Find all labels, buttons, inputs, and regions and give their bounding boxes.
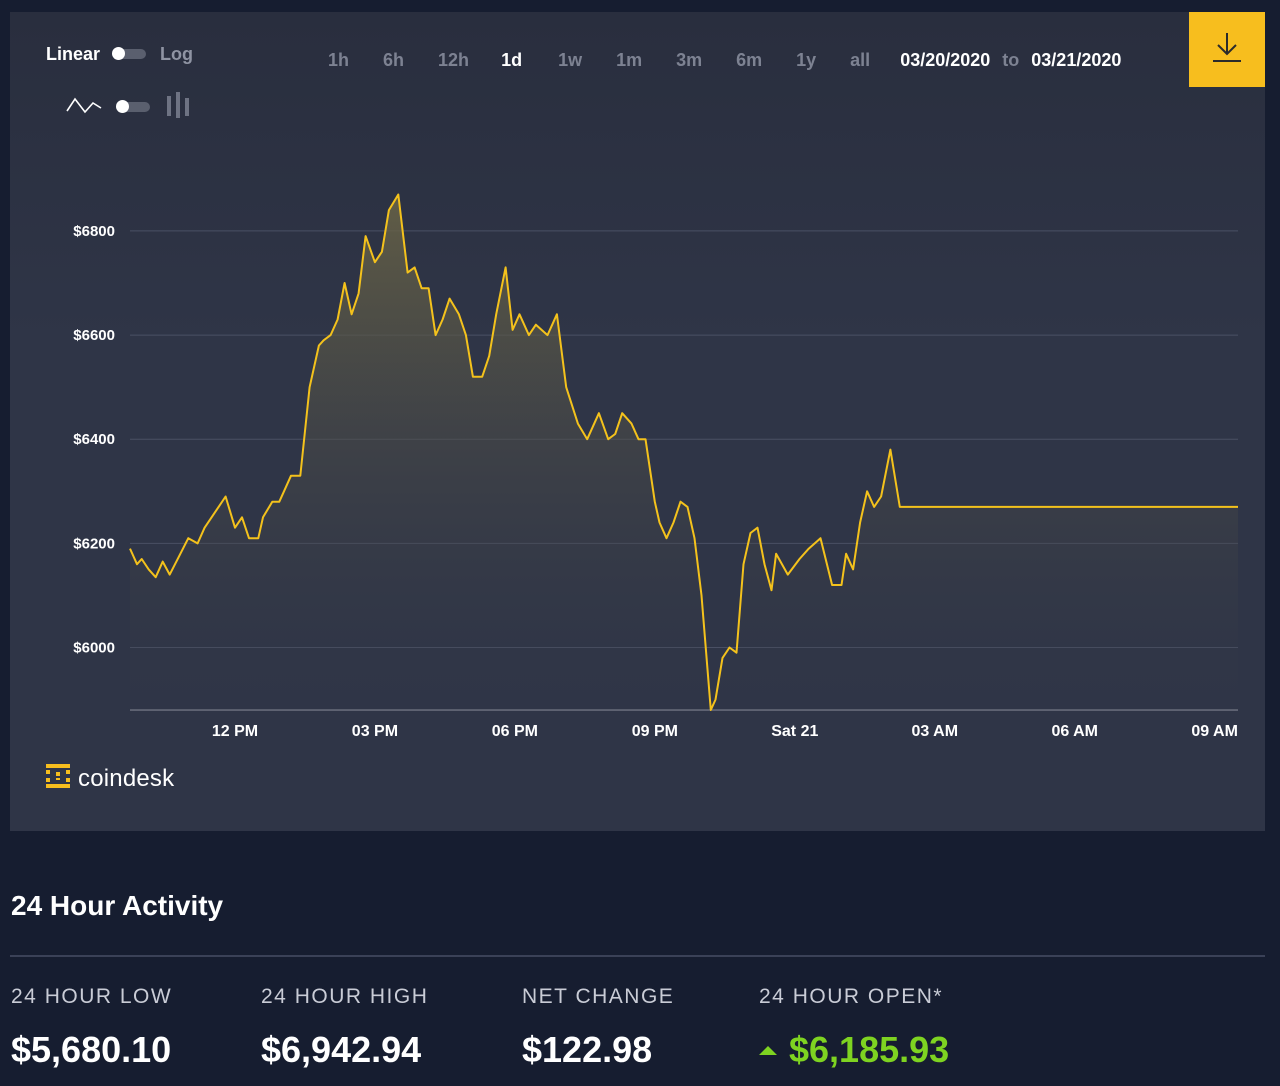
x-tick-label: 03 PM [352, 723, 398, 740]
stat-value: $6,185.93 [759, 1029, 949, 1071]
x-tick-label: 09 AM [1191, 723, 1238, 740]
stat-label: 24 HOUR OPEN* [759, 985, 944, 1008]
x-tick-label: 12 PM [212, 723, 258, 740]
x-tick-label: 09 PM [632, 723, 678, 740]
x-tick-label: 06 AM [1051, 723, 1098, 740]
activity-divider [10, 955, 1265, 957]
chart-panel: Linear Log 1h 6h 12h 1d 1w 1m 3m 6m 1y a… [10, 12, 1265, 831]
stat-label: 24 HOUR LOW [11, 985, 173, 1008]
y-tick-label: $6800 [73, 223, 115, 240]
x-tick-label: Sat 21 [771, 723, 818, 740]
coindesk-logo: coindesk [46, 764, 174, 793]
activity-title: 24 Hour Activity [11, 890, 224, 921]
price-area [130, 194, 1238, 710]
stat-label: 24 HOUR HIGH [261, 985, 429, 1008]
y-tick-label: $6400 [73, 431, 115, 448]
coindesk-logo-text: coindesk [78, 764, 175, 792]
stat-net-change: NET CHANGE $122.98 [522, 985, 674, 1071]
x-tick-label: 06 PM [492, 723, 538, 740]
y-tick-label: $6600 [73, 327, 115, 344]
arrow-up-icon [759, 1045, 777, 1055]
y-tick-label: $6200 [73, 535, 115, 552]
stat-24h-high: 24 HOUR HIGH $6,942.94 [261, 985, 428, 1071]
y-tick-label: $6000 [73, 640, 115, 657]
stat-value-text: $6,185.93 [789, 1029, 950, 1070]
x-tick-label: 03 AM [911, 723, 958, 740]
stat-value: $122.98 [522, 1029, 653, 1070]
stat-24h-low: 24 HOUR LOW $5,680.10 [11, 985, 172, 1071]
stat-label: NET CHANGE [522, 985, 675, 1008]
stat-value: $5,680.10 [11, 1029, 172, 1070]
stat-value: $6,942.94 [261, 1029, 422, 1070]
stat-24h-open: 24 HOUR OPEN* $6,185.93 [759, 985, 949, 1071]
price-chart[interactable]: $6000 $6200 $6400 $6600 $6800 12 PM 03 PM 06 PM… [10, 12, 1265, 752]
coindesk-logo-icon [46, 764, 70, 793]
